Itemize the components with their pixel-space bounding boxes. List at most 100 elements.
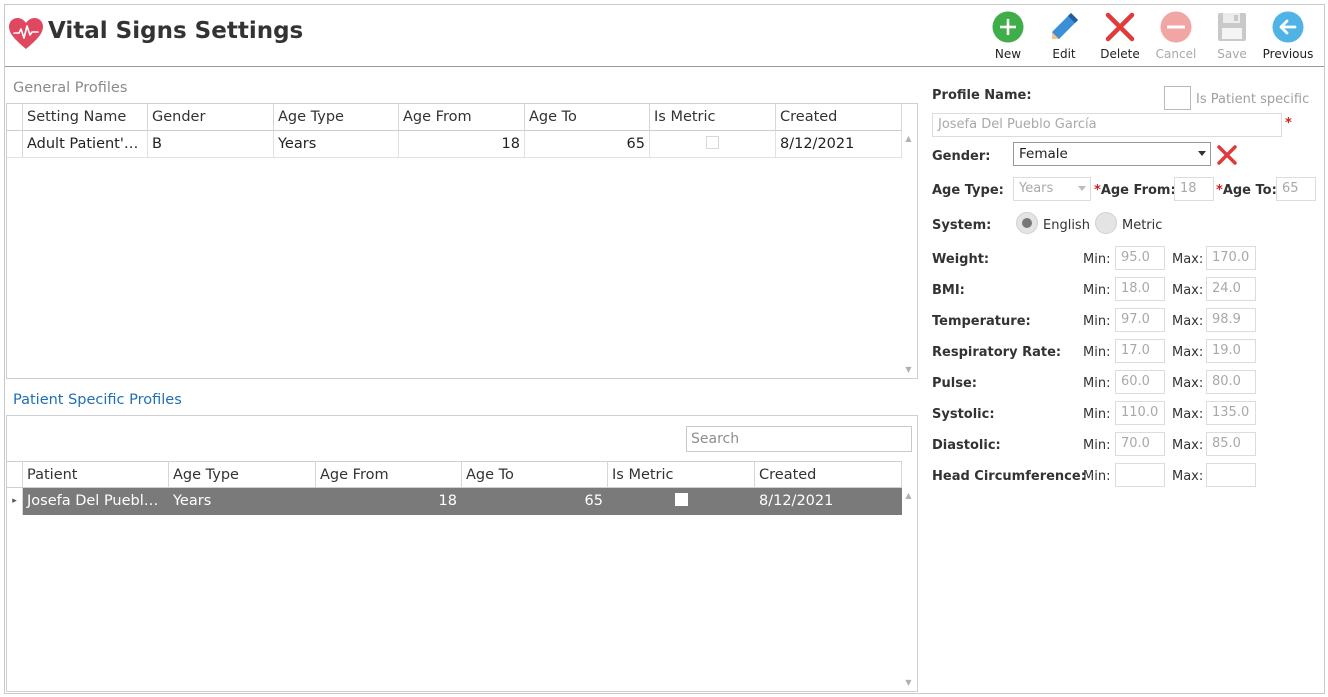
- save-label: Save: [1217, 47, 1247, 61]
- diastolic-min-field[interactable]: 70.0: [1115, 432, 1165, 456]
- pulse-min-field[interactable]: 60.0: [1115, 370, 1165, 394]
- previous-button[interactable]: Previous: [1260, 7, 1316, 65]
- english-label[interactable]: English: [1043, 218, 1090, 233]
- col-is-metric[interactable]: Is Metric: [650, 104, 776, 130]
- is-metric-checkbox[interactable]: [706, 136, 719, 149]
- cell-age-from[interactable]: 18: [316, 488, 462, 515]
- scroll-up-icon[interactable]: ▲: [901, 490, 916, 502]
- selected-row[interactable]: Josefa Del Pueblo... Years 18 65 8/12/20…: [23, 488, 902, 515]
- vital-label: Respiratory Rate:: [932, 345, 1062, 360]
- systolic-max-field[interactable]: 135.0: [1206, 401, 1256, 425]
- weight-max-field[interactable]: 170.0: [1206, 246, 1256, 270]
- new-button[interactable]: New: [980, 7, 1036, 65]
- cell-age-to[interactable]: 65: [525, 131, 650, 157]
- col-created[interactable]: Created: [755, 462, 902, 487]
- general-profiles-title: General Profiles: [13, 80, 128, 96]
- heart-pulse-icon: [9, 18, 43, 49]
- vital-signs-window: Vital Signs Settings New Edit Delete Can…: [4, 4, 1325, 694]
- edit-button[interactable]: Edit: [1036, 7, 1092, 65]
- max-label: Max:: [1172, 469, 1204, 484]
- min-label: Min:: [1083, 252, 1111, 267]
- cell-gender[interactable]: B: [148, 131, 274, 157]
- col-is-metric[interactable]: Is Metric: [608, 462, 755, 487]
- is-patient-specific-label: Is Patient specific: [1196, 92, 1310, 107]
- col-age-from[interactable]: Age From: [316, 462, 462, 487]
- chevron-down-icon: [1078, 186, 1086, 191]
- max-label: Max:: [1172, 252, 1204, 267]
- max-label: Max:: [1172, 345, 1204, 360]
- clear-gender-icon[interactable]: [1216, 144, 1238, 166]
- general-grid-scrollbar[interactable]: ▲ ▼: [901, 131, 916, 378]
- age-to-label-text: Age To:: [1222, 183, 1277, 198]
- bmi-min-field[interactable]: 18.0: [1115, 277, 1165, 301]
- cell-created[interactable]: 8/12/2021: [755, 488, 902, 515]
- min-label: Min:: [1083, 314, 1111, 329]
- cell-age-type[interactable]: Years: [274, 131, 399, 157]
- age-from-label: *Age From:: [1094, 183, 1176, 198]
- head-circumference-max-field[interactable]: [1206, 463, 1256, 487]
- cell-age-to[interactable]: 65: [462, 488, 608, 515]
- col-age-to[interactable]: Age To: [462, 462, 608, 487]
- cell-age-type[interactable]: Years: [169, 488, 316, 515]
- respiratory-rate-min-field[interactable]: 17.0: [1115, 339, 1165, 363]
- is-patient-specific-checkbox[interactable]: [1164, 86, 1191, 110]
- col-age-type[interactable]: Age Type: [274, 104, 399, 130]
- table-row[interactable]: Adult Patient's... B Years 18 65 8/12/20…: [7, 131, 902, 158]
- col-patient[interactable]: Patient: [23, 462, 169, 487]
- pencil-icon: [1052, 13, 1078, 39]
- x-delete-icon: [1105, 12, 1135, 42]
- is-metric-checkbox[interactable]: [674, 493, 688, 506]
- radio-english[interactable]: [1016, 212, 1038, 234]
- vital-label: Systolic:: [932, 407, 995, 422]
- table-row[interactable]: ▸ Josefa Del Pueblo... Years 18 65 8/12/…: [7, 488, 902, 515]
- min-label: Min:: [1083, 345, 1111, 360]
- cell-is-metric[interactable]: [608, 488, 755, 515]
- gender-select[interactable]: Female: [1013, 142, 1211, 166]
- weight-min-field[interactable]: 95.0: [1115, 246, 1165, 270]
- cancel-button[interactable]: Cancel: [1148, 7, 1204, 65]
- col-created[interactable]: Created: [776, 104, 902, 130]
- col-gender[interactable]: Gender: [148, 104, 274, 130]
- temperature-min-field[interactable]: 97.0: [1115, 308, 1165, 332]
- temperature-max-field[interactable]: 98.9: [1206, 308, 1256, 332]
- diastolic-max-field[interactable]: 85.0: [1206, 432, 1256, 456]
- metric-label[interactable]: Metric: [1122, 218, 1162, 233]
- scroll-up-icon[interactable]: ▲: [901, 133, 916, 145]
- required-marker: *: [1285, 116, 1292, 131]
- scroll-down-icon[interactable]: ▼: [901, 364, 916, 376]
- cell-created[interactable]: 8/12/2021: [776, 131, 902, 157]
- cell-setting-name[interactable]: Adult Patient's...: [23, 131, 148, 157]
- delete-button[interactable]: Delete: [1092, 7, 1148, 65]
- pulse-max-field[interactable]: 80.0: [1206, 370, 1256, 394]
- col-setting-name[interactable]: Setting Name: [23, 104, 148, 130]
- scroll-down-icon[interactable]: ▼: [901, 677, 916, 689]
- age-to-field[interactable]: 65: [1276, 177, 1316, 201]
- age-type-select[interactable]: Years: [1013, 177, 1091, 201]
- row-indicator: [7, 131, 23, 157]
- cell-is-metric[interactable]: [650, 131, 776, 157]
- min-label: Min:: [1083, 438, 1111, 453]
- head-circumference-min-field[interactable]: [1115, 463, 1165, 487]
- respiratory-rate-max-field[interactable]: 19.0: [1206, 339, 1256, 363]
- gender-value: Female: [1019, 146, 1068, 162]
- age-from-label-text: Age From:: [1100, 183, 1176, 198]
- systolic-min-field[interactable]: 110.0: [1115, 401, 1165, 425]
- arrow-left-circle-icon: [1272, 11, 1304, 43]
- col-age-from[interactable]: Age From: [399, 104, 525, 130]
- bmi-max-field[interactable]: 24.0: [1206, 277, 1256, 301]
- max-label: Max:: [1172, 438, 1204, 453]
- profile-name-label: Profile Name:: [932, 88, 1032, 103]
- current-row-indicator-icon: ▸: [7, 488, 23, 515]
- search-input[interactable]: Search: [686, 426, 912, 452]
- profile-name-field[interactable]: Josefa Del Pueblo García: [932, 113, 1282, 137]
- cell-age-from[interactable]: 18: [399, 131, 525, 157]
- patient-grid-header: Patient Age Type Age From Age To Is Metr…: [7, 461, 902, 488]
- radio-metric[interactable]: [1095, 212, 1117, 234]
- patient-grid-scrollbar[interactable]: ▲ ▼: [901, 488, 916, 691]
- age-from-field[interactable]: 18: [1174, 177, 1214, 201]
- col-age-type[interactable]: Age Type: [169, 462, 316, 487]
- save-button[interactable]: Save: [1204, 7, 1260, 65]
- cell-patient[interactable]: Josefa Del Pueblo...: [23, 488, 169, 515]
- col-age-to[interactable]: Age To: [525, 104, 650, 130]
- min-label: Min:: [1083, 376, 1111, 391]
